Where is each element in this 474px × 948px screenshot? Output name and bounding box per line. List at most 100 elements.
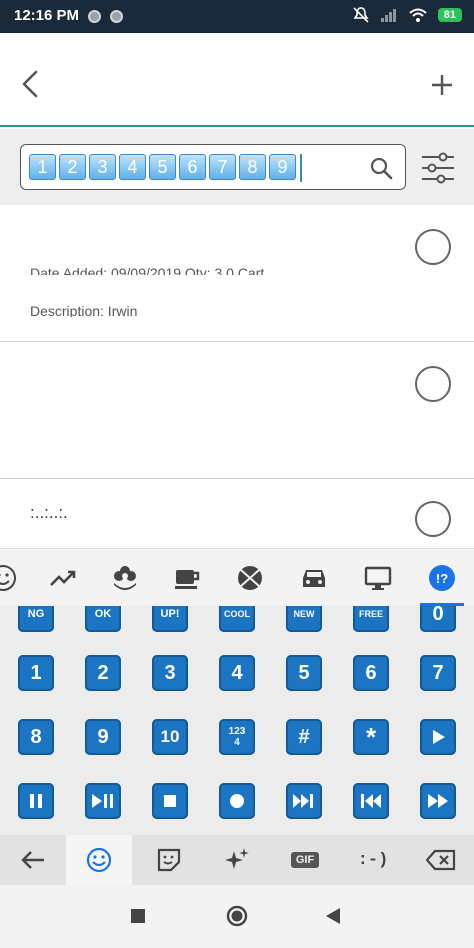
emoji-key-previous-track[interactable] bbox=[353, 783, 389, 819]
emoji-grid: NG OK UP! COOL NEW FREE 0 1 2 3 4 5 6 7 … bbox=[0, 606, 474, 835]
keycap-digit: 4 bbox=[119, 154, 146, 180]
backspace-icon bbox=[426, 849, 456, 871]
emoji-key-7[interactable]: 7 bbox=[420, 655, 456, 691]
emoji-key-3[interactable]: 3 bbox=[152, 655, 188, 691]
smiley-icon bbox=[86, 847, 112, 873]
notification-dot-icon bbox=[88, 10, 101, 23]
emoji-key-8[interactable]: 8 bbox=[18, 719, 54, 755]
emoji-key-ok[interactable]: OK bbox=[85, 606, 121, 632]
keyboard-back-button[interactable] bbox=[0, 835, 66, 885]
emoji-key-label: UP! bbox=[160, 608, 180, 620]
battery-indicator: 81 bbox=[437, 8, 462, 22]
recents-square-icon[interactable] bbox=[130, 908, 146, 924]
backspace-button[interactable] bbox=[408, 835, 474, 885]
sticker-icon bbox=[157, 848, 181, 872]
emoji-key-label: COOL bbox=[224, 609, 250, 619]
list-item[interactable]: Date Added: 09/09/2019 Qty: 3.0 Cart Des… bbox=[0, 205, 474, 342]
trending-icon[interactable] bbox=[46, 561, 80, 595]
fast-forward-icon bbox=[428, 794, 448, 808]
signal-icon bbox=[380, 9, 396, 22]
emoji-key-play-pause[interactable] bbox=[85, 783, 121, 819]
emoji-key-1234[interactable]: 1234 bbox=[219, 719, 255, 755]
list-item[interactable]: :..:..:. bbox=[0, 479, 474, 559]
search-input[interactable]: 123456789 bbox=[20, 144, 406, 190]
emoji-key-label: 10 bbox=[160, 727, 180, 746]
play-icon bbox=[433, 730, 445, 744]
emoji-key-label: 2 bbox=[97, 661, 109, 684]
emoji-key-next-track[interactable] bbox=[286, 783, 322, 819]
emoji-key-label: 1234 bbox=[228, 726, 246, 748]
gif-tab-button[interactable]: GIF bbox=[272, 835, 338, 885]
keycap-digit: 1 bbox=[29, 154, 56, 180]
emoji-key-5[interactable]: 5 bbox=[286, 655, 322, 691]
symbols-icon[interactable]: !? bbox=[425, 561, 459, 595]
status-icons: 81 bbox=[352, 6, 462, 24]
emoji-key-label: NEW bbox=[293, 609, 315, 619]
emoji-key-6[interactable]: 6 bbox=[353, 655, 389, 691]
emoji-key-fast-forward[interactable] bbox=[420, 783, 456, 819]
keycap-digit: 2 bbox=[59, 154, 86, 180]
emoji-category-bar: !? bbox=[0, 548, 474, 606]
emoji-key-asterisk[interactable]: * bbox=[353, 719, 389, 755]
ball-icon[interactable] bbox=[233, 561, 267, 595]
flower-icon[interactable] bbox=[108, 561, 142, 595]
emoji-tab-button[interactable] bbox=[66, 835, 132, 885]
sticker-tab-button[interactable] bbox=[136, 835, 202, 885]
monitor-icon[interactable] bbox=[361, 561, 395, 595]
smiley-icon[interactable] bbox=[0, 561, 20, 595]
emoticon-tab-button[interactable]: :-) bbox=[340, 835, 406, 885]
list-item-line2: Description: Irwin bbox=[30, 303, 138, 317]
emoji-key-hash[interactable]: # bbox=[286, 719, 322, 755]
emoji-key-label: 4 bbox=[231, 661, 243, 684]
emoji-key-pause[interactable] bbox=[18, 783, 54, 819]
select-radio[interactable] bbox=[415, 501, 451, 537]
back-arrow-icon[interactable] bbox=[16, 69, 46, 99]
list-item-line1: :..:..:. bbox=[30, 503, 68, 522]
keycap-digit: 8 bbox=[239, 154, 266, 180]
emoji-key-new[interactable]: NEW bbox=[286, 606, 322, 632]
emoji-key-stop[interactable] bbox=[152, 783, 188, 819]
emoji-key-cool[interactable]: COOL bbox=[219, 606, 255, 632]
emoji-key-up[interactable]: UP! bbox=[152, 606, 188, 632]
emoji-key-label: 5 bbox=[298, 661, 310, 684]
list-item[interactable] bbox=[0, 342, 474, 479]
gif-label: GIF bbox=[290, 852, 320, 868]
next-track-icon bbox=[293, 794, 313, 808]
symbols-label: !? bbox=[436, 571, 448, 586]
wifi-icon bbox=[409, 8, 427, 22]
notification-dot-icon bbox=[110, 10, 123, 23]
emoji-key-label: NG bbox=[27, 608, 45, 620]
emoji-key-label: 7 bbox=[432, 661, 444, 684]
emoji-key-ng[interactable]: NG bbox=[18, 606, 54, 632]
emoji-key-label: # bbox=[298, 725, 310, 748]
car-icon[interactable] bbox=[297, 561, 331, 595]
emoji-key-9[interactable]: 9 bbox=[85, 719, 121, 755]
back-arrow-icon bbox=[21, 851, 44, 869]
app-bar bbox=[0, 33, 474, 127]
emoji-key-label: 1 bbox=[30, 661, 42, 684]
filter-sliders-icon[interactable] bbox=[419, 149, 457, 187]
plus-icon[interactable] bbox=[430, 73, 454, 97]
home-circle-icon[interactable] bbox=[226, 905, 248, 927]
emoji-key-free[interactable]: FREE bbox=[353, 606, 389, 632]
text-caret bbox=[300, 154, 302, 182]
search-icon[interactable] bbox=[369, 156, 393, 180]
sparkle-icon bbox=[225, 848, 249, 869]
coffee-icon[interactable] bbox=[170, 561, 204, 595]
sparkle-tab-button[interactable] bbox=[204, 835, 270, 885]
emoji-key-label: OK bbox=[94, 608, 112, 620]
emoji-key-0[interactable]: 0 bbox=[420, 606, 456, 632]
emoji-key-1[interactable]: 1 bbox=[18, 655, 54, 691]
select-radio[interactable] bbox=[415, 229, 451, 265]
select-radio[interactable] bbox=[415, 366, 451, 402]
emoji-key-4[interactable]: 4 bbox=[219, 655, 255, 691]
emoji-key-play[interactable] bbox=[420, 719, 456, 755]
back-triangle-icon[interactable] bbox=[324, 907, 342, 925]
emoji-key-10[interactable]: 10 bbox=[152, 719, 188, 755]
emoji-key-2[interactable]: 2 bbox=[85, 655, 121, 691]
search-input-value: 123456789 bbox=[29, 154, 302, 182]
stop-icon bbox=[164, 795, 176, 807]
emoticon-label: :-) bbox=[357, 850, 389, 870]
record-icon bbox=[230, 794, 244, 808]
emoji-key-record[interactable] bbox=[219, 783, 255, 819]
